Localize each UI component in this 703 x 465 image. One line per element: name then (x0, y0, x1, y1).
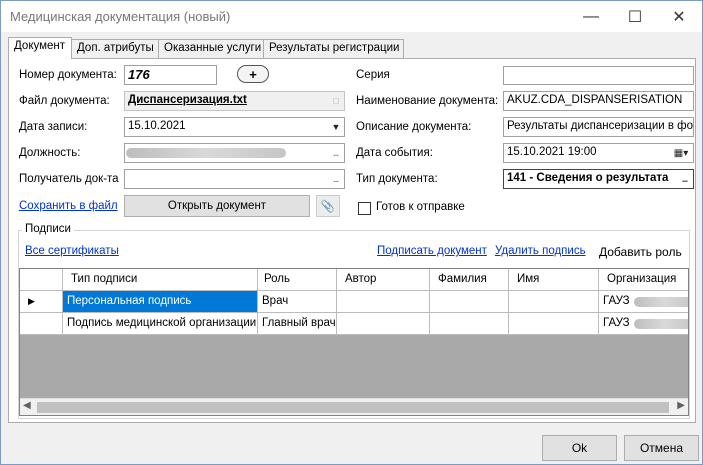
column-header[interactable]: Автор (337, 269, 430, 291)
recipient-label: Получатель док-та (19, 173, 119, 185)
table-cell[interactable]: Главный врач (258, 313, 337, 335)
table-cell[interactable]: Врач (258, 291, 337, 313)
table-cell-org[interactable]: ГАУЗ (599, 291, 688, 313)
redacted-value (634, 319, 688, 329)
column-header[interactable]: Имя (509, 269, 599, 291)
record-date-value: 15.10.2021 (128, 120, 186, 132)
dialog-window: Медицинская документация (новый) — ☐ ✕ Д… (0, 0, 703, 465)
doc-type-label: Тип документа: (356, 173, 438, 185)
recipient-browse-button[interactable]: ... (328, 171, 343, 187)
signatures-table[interactable]: Тип подписи Роль Автор Фамилия Имя Орган… (19, 268, 689, 416)
doc-type-value: 141 - Сведения о результата (507, 172, 669, 184)
maximize-icon[interactable]: ☐ (613, 1, 657, 32)
tab-registration-results[interactable]: Результаты регистрации (263, 39, 404, 58)
doc-name-field[interactable]: AKUZ.CDA_DISPANSERISATION (503, 91, 694, 111)
table-cell[interactable]: Подпись медицинской организации (63, 313, 258, 335)
file-label: Файл документа: (19, 95, 110, 107)
column-header[interactable]: Роль (258, 269, 337, 291)
position-browse-button[interactable]: ... (328, 145, 343, 161)
table-cell-org[interactable]: ГАУЗ (599, 313, 688, 335)
tab-document[interactable]: Документ (8, 37, 72, 59)
all-certificates-link[interactable]: Все сертификаты (25, 245, 119, 257)
close-icon[interactable]: ✕ (657, 1, 701, 32)
doc-number-field[interactable]: 176 (124, 65, 217, 85)
browse-file-icon[interactable]: □ (328, 93, 343, 109)
sign-document-link[interactable]: Подписать документ (377, 245, 487, 257)
series-label: Серия (356, 69, 390, 81)
cancel-button[interactable]: Отмена (624, 435, 699, 461)
redacted-value (126, 148, 286, 158)
table-cell[interactable] (430, 313, 509, 335)
document-panel: Номер документа: 176 + Серия Файл докуме… (8, 58, 696, 423)
scroll-right-icon[interactable]: ▶ (677, 400, 685, 411)
position-field[interactable]: ... (124, 143, 345, 163)
event-date-label: Дата события: (356, 147, 433, 159)
add-role-link[interactable]: Добавить роль (599, 245, 682, 259)
calendar-icon[interactable]: ▦▾ (670, 145, 692, 161)
ready-label: Готов к отправке (376, 201, 465, 213)
ok-button[interactable]: Ok (542, 435, 617, 461)
table-cell[interactable] (337, 291, 430, 313)
table-cell[interactable] (509, 313, 599, 335)
paperclip-icon[interactable]: 📎 (316, 195, 340, 217)
open-document-button[interactable]: Открыть документ (124, 195, 310, 217)
org-value: ГАУЗ (603, 317, 630, 329)
row-header-corner (20, 269, 63, 291)
record-date-field[interactable]: 15.10.2021 ▼ (124, 117, 345, 137)
series-field[interactable] (503, 66, 694, 85)
position-label: Должность: (19, 147, 81, 159)
ready-checkbox[interactable] (358, 202, 371, 215)
table-cell[interactable] (337, 313, 430, 335)
record-date-label: Дата записи: (19, 121, 88, 133)
row-header (20, 313, 63, 335)
table-cell[interactable] (430, 291, 509, 313)
column-header[interactable]: Тип подписи (63, 269, 258, 291)
event-date-field[interactable]: 15.10.2021 19:00 ▦▾ (503, 143, 694, 163)
horizontal-scrollbar[interactable]: ◀ ▶ (20, 398, 688, 415)
column-header[interactable]: Фамилия (430, 269, 509, 291)
scroll-left-icon[interactable]: ◀ (23, 400, 31, 411)
delete-signature-link[interactable]: Удалить подпись (495, 245, 586, 257)
doc-type-field[interactable]: 141 - Сведения о результата ... (503, 169, 694, 189)
tab-extra-attributes[interactable]: Доп. атрибуты (71, 39, 159, 58)
minimize-icon[interactable]: — (569, 1, 613, 32)
row-pointer-icon: ▶ (20, 291, 63, 313)
description-field[interactable]: Результаты диспансеризации в фор (503, 117, 694, 137)
tab-services[interactable]: Оказанные услуги (158, 39, 264, 58)
window-title: Медицинская документация (новый) (10, 9, 231, 24)
org-value: ГАУЗ (603, 295, 630, 307)
scrollbar-thumb[interactable] (37, 402, 669, 413)
file-field[interactable]: Диспансеризация.txt □ (124, 91, 345, 111)
chevron-down-icon[interactable]: ▼ (329, 119, 343, 135)
file-name: Диспансеризация.txt (128, 94, 247, 106)
column-header[interactable]: Организация (599, 269, 688, 291)
recipient-field[interactable]: ... (124, 169, 345, 189)
doc-type-browse-button[interactable]: ... (677, 171, 692, 187)
add-button[interactable]: + (237, 65, 269, 83)
title-bar: Медицинская документация (новый) — ☐ ✕ (1, 1, 702, 32)
redacted-value (634, 297, 688, 307)
doc-name-label: Наименование документа: (356, 95, 499, 107)
table-cell[interactable] (509, 291, 599, 313)
event-date-value: 15.10.2021 19:00 (507, 146, 597, 158)
save-to-file-link[interactable]: Сохранить в файл (19, 200, 118, 212)
signatures-group-label: Подписи (22, 223, 74, 235)
table-cell[interactable]: Персональная подпись (63, 291, 258, 313)
doc-number-label: Номер документа: (19, 69, 117, 81)
description-label: Описание документа: (356, 121, 472, 133)
